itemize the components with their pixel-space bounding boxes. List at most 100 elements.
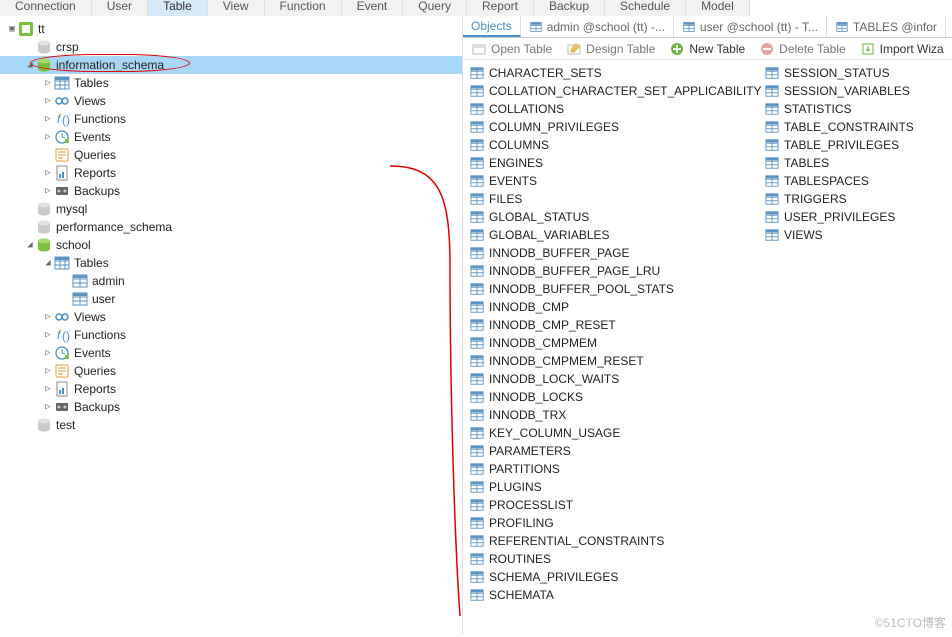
main-tab[interactable]: user @school (tt) - T... [674, 16, 827, 37]
table-item[interactable]: SESSION_STATUS [762, 64, 914, 82]
ribbon-tab-event[interactable]: Event [342, 0, 404, 16]
table-item[interactable]: INNODB_BUFFER_PAGE_LRU [467, 262, 762, 280]
table-item[interactable]: CHARACTER_SETS [467, 64, 762, 82]
table-item[interactable]: USER_PRIVILEGES [762, 208, 914, 226]
tree-toggle-icon[interactable]: ▷ [42, 362, 54, 380]
tree-item-events[interactable]: ▷Events [0, 344, 462, 362]
tree-item-tables[interactable]: ▷Tables [0, 74, 462, 92]
tree-toggle-icon[interactable]: ◢ [24, 236, 36, 254]
table-item[interactable]: ROUTINES [467, 550, 762, 568]
tree-toggle-icon[interactable]: ▷ [42, 164, 54, 182]
table-item[interactable]: KEY_COLUMN_USAGE [467, 424, 762, 442]
new-table-button[interactable]: New Table [669, 41, 745, 57]
table-item[interactable]: INNODB_CMP_RESET [467, 316, 762, 334]
tree-item-test[interactable]: test [0, 416, 462, 434]
table-item[interactable]: FILES [467, 190, 762, 208]
tree-item-mysql[interactable]: mysql [0, 200, 462, 218]
table-item[interactable]: INNODB_BUFFER_PAGE [467, 244, 762, 262]
ribbon-tab-model[interactable]: Model [686, 0, 750, 16]
tree-item-tables[interactable]: ◢Tables [0, 254, 462, 272]
table-item[interactable]: GLOBAL_STATUS [467, 208, 762, 226]
table-item[interactable]: STATISTICS [762, 100, 914, 118]
table-item[interactable]: SCHEMATA [467, 586, 762, 604]
table-item[interactable]: PARAMETERS [467, 442, 762, 460]
table-item[interactable]: PLUGINS [467, 478, 762, 496]
table-item[interactable]: INNODB_LOCK_WAITS [467, 370, 762, 388]
tree-toggle-icon[interactable]: ▷ [42, 128, 54, 146]
tree-toggle-icon[interactable]: ◢ [24, 56, 36, 74]
tree-toggle-icon[interactable]: ▷ [42, 308, 54, 326]
ribbon-tab-report[interactable]: Report [467, 0, 534, 16]
table-item[interactable]: INNODB_LOCKS [467, 388, 762, 406]
tree-toggle-icon[interactable]: ▷ [42, 74, 54, 92]
ribbon-tab-connection[interactable]: Connection [0, 0, 92, 16]
table-item[interactable]: INNODB_TRX [467, 406, 762, 424]
tree-toggle-icon[interactable]: ▷ [42, 344, 54, 362]
ribbon-tab-query[interactable]: Query [403, 0, 467, 16]
table-item[interactable]: COLUMN_PRIVILEGES [467, 118, 762, 136]
tree-item-queries[interactable]: ▷Queries [0, 362, 462, 380]
tree-toggle-icon[interactable]: ▷ [42, 380, 54, 398]
table-item[interactable]: PARTITIONS [467, 460, 762, 478]
tables-icon [54, 75, 70, 91]
ribbon-tab-schedule[interactable]: Schedule [605, 0, 686, 16]
table-item[interactable]: REFERENTIAL_CONSTRAINTS [467, 532, 762, 550]
tree-item-backups[interactable]: ▷Backups [0, 398, 462, 416]
delete-table-button[interactable]: Delete Table [759, 41, 846, 57]
table-item[interactable]: VIEWS [762, 226, 914, 244]
tree-toggle-icon[interactable]: ◢ [42, 254, 54, 272]
tree-item-reports[interactable]: ▷Reports [0, 164, 462, 182]
ribbon-tab-user[interactable]: User [92, 0, 148, 16]
table-item[interactable]: SESSION_VARIABLES [762, 82, 914, 100]
table-item[interactable]: TABLES [762, 154, 914, 172]
table-item[interactable]: INNODB_BUFFER_POOL_STATS [467, 280, 762, 298]
table-item[interactable]: GLOBAL_VARIABLES [467, 226, 762, 244]
table-item[interactable]: INNODB_CMPMEM [467, 334, 762, 352]
tree-item-functions[interactable]: ▷Functions [0, 326, 462, 344]
tree-item-reports[interactable]: ▷Reports [0, 380, 462, 398]
tree-toggle-icon[interactable]: ▷ [42, 182, 54, 200]
tree-toggle-icon[interactable]: ▣ [6, 20, 18, 38]
table-item[interactable]: PROCESSLIST [467, 496, 762, 514]
tree-item-views[interactable]: ▷Views [0, 308, 462, 326]
table-item[interactable]: INNODB_CMPMEM_RESET [467, 352, 762, 370]
table-item[interactable]: TABLE_PRIVILEGES [762, 136, 914, 154]
tree-toggle-icon[interactable]: ▷ [42, 92, 54, 110]
table-item[interactable]: COLLATIONS [467, 100, 762, 118]
tree-item-queries[interactable]: Queries [0, 146, 462, 164]
tree-item-information_schema[interactable]: ◢information_schema [0, 56, 462, 74]
main-tab[interactable]: admin @school (tt) -... [521, 16, 674, 37]
table-item[interactable]: COLLATION_CHARACTER_SET_APPLICABILITY [467, 82, 762, 100]
tree-item-tt[interactable]: ▣tt [0, 20, 462, 38]
table-item[interactable]: ENGINES [467, 154, 762, 172]
tree-item-functions[interactable]: ▷Functions [0, 110, 462, 128]
tree-item-views[interactable]: ▷Views [0, 92, 462, 110]
table-item[interactable]: TABLESPACES [762, 172, 914, 190]
tree-toggle-icon[interactable]: ▷ [42, 326, 54, 344]
tree-toggle-icon[interactable]: ▷ [42, 398, 54, 416]
table-item[interactable]: TRIGGERS [762, 190, 914, 208]
ribbon-tab-backup[interactable]: Backup [534, 0, 605, 16]
ribbon-tab-view[interactable]: View [208, 0, 265, 16]
design-table-button[interactable]: Design Table [566, 41, 655, 57]
tree-toggle-icon[interactable]: ▷ [42, 110, 54, 128]
tree-item-performance_schema[interactable]: performance_schema [0, 218, 462, 236]
tree-item-crsp[interactable]: crsp [0, 38, 462, 56]
tree-item-school[interactable]: ◢school [0, 236, 462, 254]
main-tab[interactable]: Objects [463, 16, 521, 37]
table-item[interactable]: COLUMNS [467, 136, 762, 154]
table-item[interactable]: INNODB_CMP [467, 298, 762, 316]
table-item[interactable]: EVENTS [467, 172, 762, 190]
tree-item-user[interactable]: user [0, 290, 462, 308]
table-item[interactable]: PROFILING [467, 514, 762, 532]
open-table-button[interactable]: Open Table [471, 41, 552, 57]
table-item[interactable]: TABLE_CONSTRAINTS [762, 118, 914, 136]
main-tab[interactable]: TABLES @infor [827, 16, 946, 37]
ribbon-tab-function[interactable]: Function [265, 0, 342, 16]
import-wizard-button[interactable]: Import Wiza [860, 41, 944, 57]
tree-item-events[interactable]: ▷Events [0, 128, 462, 146]
table-item[interactable]: SCHEMA_PRIVILEGES [467, 568, 762, 586]
tree-item-admin[interactable]: admin [0, 272, 462, 290]
ribbon-tab-table[interactable]: Table [148, 0, 208, 16]
tree-item-backups[interactable]: ▷Backups [0, 182, 462, 200]
